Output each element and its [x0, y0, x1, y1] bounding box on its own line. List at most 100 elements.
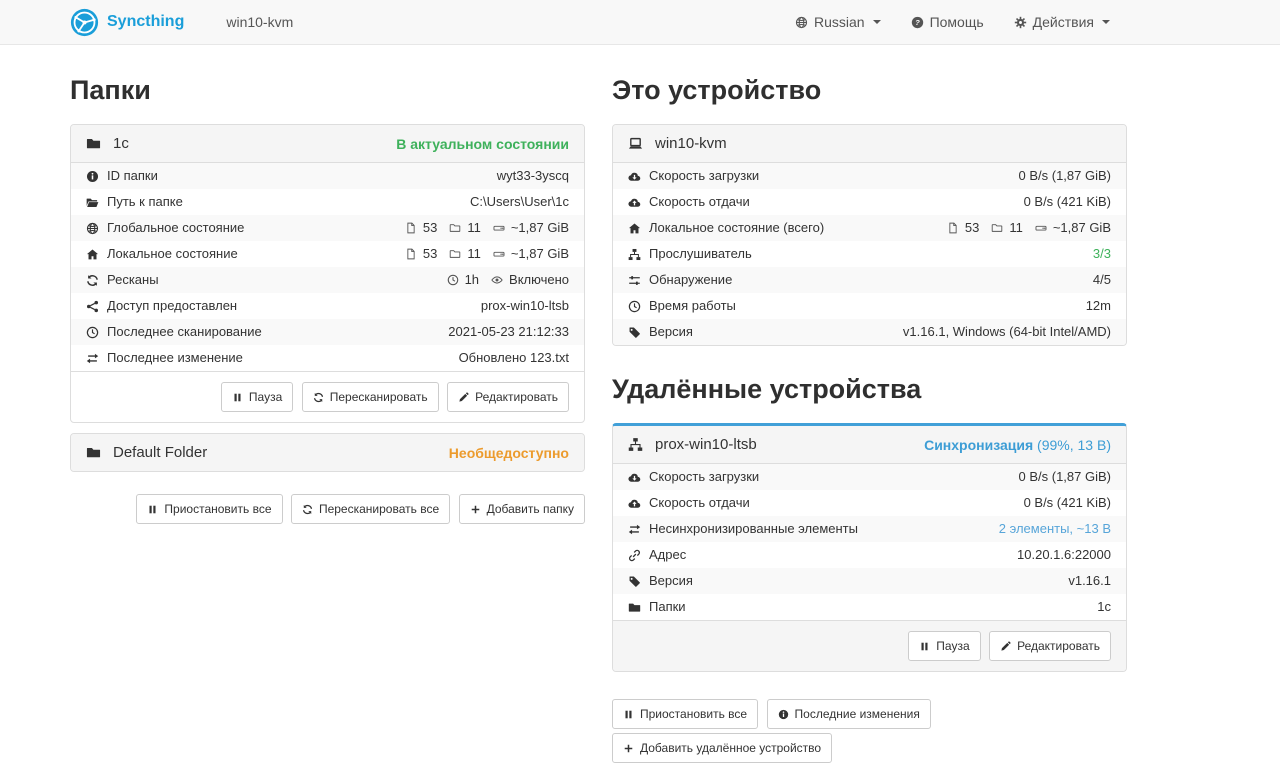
actions-menu-label: Действия — [1033, 14, 1094, 30]
remote-device-status-badge: Синхронизация (99%, 13 B) — [924, 437, 1111, 453]
remote-device-header[interactable]: prox-win10-ltsb Синхронизация (99%, 13 B… — [613, 426, 1126, 464]
row-label: Адрес — [649, 547, 686, 563]
folder-actions: Пауза Пересканировать Редактировать — [71, 371, 584, 422]
file-icon — [405, 248, 417, 260]
table-row: Скорость отдачи 0 B/s (421 KiB) — [613, 189, 1126, 215]
folder-name: Default Folder — [113, 444, 207, 461]
actions-menu[interactable]: Действия — [1014, 14, 1110, 30]
table-row: Прослушиватель 3/3 — [613, 241, 1126, 267]
this-device-header[interactable]: win10-kvm — [613, 125, 1126, 163]
dirs-count: 11 — [467, 220, 481, 236]
info-circle-icon — [86, 170, 99, 183]
pause-button-label: Пауза — [249, 388, 282, 406]
table-row: Ресканы 1h Включено — [71, 267, 584, 293]
row-label: Прослушиватель — [649, 246, 752, 262]
folder-id-value: wyt33-3yscq — [497, 168, 569, 184]
globe-icon — [86, 222, 99, 235]
dirs-count: 11 — [467, 246, 481, 262]
remote-device-panel: prox-win10-ltsb Синхронизация (99%, 13 B… — [612, 423, 1127, 672]
syncthing-logo-icon — [70, 8, 99, 37]
info-circle-icon — [778, 709, 789, 720]
this-device-panel: win10-kvm Скорость загрузки 0 B/s (1,87 … — [612, 124, 1127, 346]
folder-default-header[interactable]: Default Folder Необщедоступно — [71, 434, 584, 471]
caret-down-icon — [873, 20, 881, 24]
cloud-download-icon — [628, 170, 641, 183]
row-label: Последнее сканирование — [107, 324, 262, 340]
home-icon — [628, 222, 641, 235]
rescan-all-button[interactable]: Пересканировать все — [291, 494, 450, 524]
table-row: Время работы 12m — [613, 293, 1126, 319]
table-row: Обнаружение 4/5 — [613, 267, 1126, 293]
device-name: win10-kvm — [655, 135, 727, 152]
pause-button[interactable]: Пауза — [221, 382, 293, 412]
add-folder-button[interactable]: Добавить папку — [459, 494, 585, 524]
edit-button-label: Редактировать — [475, 388, 558, 406]
remote-device-actions: Пауза Редактировать — [613, 620, 1126, 671]
navbar-device-name: win10-kvm — [226, 14, 293, 30]
table-row: Скорость отдачи 0 B/s (421 KiB) — [613, 490, 1126, 516]
folders-title: Папки — [70, 75, 585, 106]
file-icon — [947, 222, 959, 234]
refresh-icon — [313, 392, 324, 403]
edit-device-button[interactable]: Редактировать — [989, 631, 1111, 661]
recent-changes-button[interactable]: Последние изменения — [767, 699, 931, 729]
share-icon — [86, 300, 99, 313]
help-menu[interactable]: ? Помощь — [911, 14, 984, 30]
navbar-brand[interactable]: Syncthing — [70, 8, 184, 37]
row-label: Скорость загрузки — [649, 168, 759, 184]
table-row: Локальное состояние (всего) 53 11 ~1,87 … — [613, 215, 1126, 241]
row-label: Последнее изменение — [107, 350, 243, 366]
clock-icon — [628, 300, 641, 313]
remote-device-name: prox-win10-ltsb — [655, 436, 757, 453]
pause-device-button[interactable]: Пауза — [908, 631, 980, 661]
pause-all-label: Приостановить все — [164, 500, 271, 518]
plus-icon — [623, 743, 634, 754]
folder-panel-1c: 1c В актуальном состоянии ID папки wyt33… — [70, 124, 585, 423]
pause-all-devices-button[interactable]: Приостановить все — [612, 699, 758, 729]
global-state-value: 53 11 ~1,87 GiB — [405, 220, 569, 236]
size-value: ~1,87 GiB — [511, 246, 569, 262]
row-label: Скорость загрузки — [649, 469, 759, 485]
row-label: Время работы — [649, 298, 736, 314]
rescans-value: 1h Включено — [447, 272, 569, 288]
folders-column: Папки 1c В актуальном состоянии ID папки… — [70, 45, 585, 763]
table-row: Путь к папке C:\Users\User\1c — [71, 189, 584, 215]
question-circle-icon: ? — [911, 16, 924, 29]
plus-icon — [470, 504, 481, 515]
upload-rate-value: 0 B/s (421 KiB) — [1024, 495, 1111, 511]
rescan-button[interactable]: Пересканировать — [302, 382, 439, 412]
remote-devices-title: Удалённые устройства — [612, 374, 1127, 405]
download-rate-value: 0 B/s (1,87 GiB) — [1019, 469, 1111, 485]
rescan-interval: 1h — [465, 272, 479, 288]
row-label: Доступ предоставлен — [107, 298, 237, 314]
row-label: Обнаружение — [649, 272, 732, 288]
version-value: v1.16.1 — [1068, 573, 1111, 589]
files-count: 53 — [423, 246, 437, 262]
add-remote-device-button[interactable]: Добавить удалённое устройство — [612, 733, 832, 763]
pause-icon — [919, 641, 930, 652]
table-row: Адрес 10.20.1.6:22000 — [613, 542, 1126, 568]
table-row: Глобальное состояние 53 11 ~1,87 GiB — [71, 215, 584, 241]
hdd-icon — [493, 248, 505, 260]
exchange-icon — [86, 352, 99, 365]
folder-1c-header[interactable]: 1c В актуальном состоянии — [71, 125, 584, 163]
version-value: v1.16.1, Windows (64-bit Intel/AMD) — [903, 324, 1111, 340]
out-of-sync-link[interactable]: 2 элементы, ~13 B — [999, 521, 1111, 537]
row-label: Путь к папке — [107, 194, 183, 210]
rescan-all-label: Пересканировать все — [319, 500, 439, 518]
watcher-state: Включено — [509, 272, 569, 288]
language-menu[interactable]: Russian — [795, 14, 881, 30]
row-label: Ресканы — [107, 272, 159, 288]
gear-icon — [1014, 16, 1027, 29]
computer-icon — [628, 136, 643, 151]
refresh-icon — [302, 504, 313, 515]
folders-value: 1c — [1097, 599, 1111, 615]
latest-change-value: Обновлено 123.txt — [459, 350, 569, 366]
row-label: Папки — [649, 599, 686, 615]
pause-all-folders-button[interactable]: Приостановить все — [136, 494, 282, 524]
refresh-icon — [86, 274, 99, 287]
globe-icon — [795, 16, 808, 29]
edit-folder-button[interactable]: Редактировать — [447, 382, 569, 412]
files-count: 53 — [965, 220, 979, 236]
row-label: Локальное состояние (всего) — [649, 220, 824, 236]
